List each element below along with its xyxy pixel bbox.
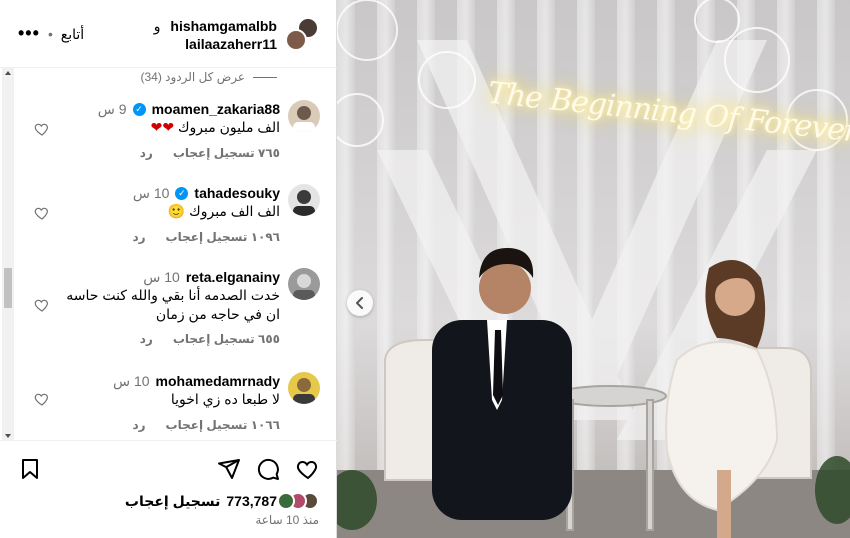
- comment-like-count[interactable]: ٦٥٥ تسجيل إعجاب: [173, 332, 280, 346]
- comment-username[interactable]: moamen_zakaria88: [152, 100, 280, 118]
- comment-actions: ٦٥٥ تسجيل إعجاب رد: [140, 332, 280, 346]
- comment-meta: reta.elganainy 10 س: [143, 268, 280, 286]
- share-icon[interactable]: [217, 457, 241, 481]
- commenter-avatar[interactable]: [288, 268, 320, 300]
- bookmark-icon[interactable]: [18, 457, 42, 481]
- scroll-up-arrow-icon[interactable]: [5, 71, 11, 75]
- comment-actions: ١٠٩٦ تسجيل إعجاب رد: [132, 230, 280, 244]
- post-time-ago[interactable]: منذ 10 ساعة: [255, 513, 319, 527]
- separator-dot: •: [48, 26, 53, 42]
- post-authors: و hishamgamalbb lailaazaherr11: [154, 17, 277, 53]
- follow-label: أتابع: [60, 26, 85, 42]
- heart-outline-icon[interactable]: [34, 121, 50, 137]
- comment-time[interactable]: 10 س: [143, 268, 180, 286]
- likers-avatars: [277, 492, 319, 510]
- comment-icon[interactable]: [256, 457, 280, 481]
- likes-summary[interactable]: 773,787 تسجيل إعجاب: [125, 492, 319, 510]
- carousel-prev-button[interactable]: [347, 290, 373, 316]
- author-2-link[interactable]: lailaazaherr11: [154, 35, 277, 53]
- commenter-avatar[interactable]: [288, 100, 320, 132]
- comment-actions: ١٠٦٦ تسجيل إعجاب رد: [132, 418, 280, 432]
- post-photo[interactable]: The Beginning Of Forever: [337, 0, 850, 538]
- reply-button[interactable]: رد: [140, 146, 153, 160]
- chevron-left-icon: [356, 297, 363, 309]
- comment-username[interactable]: reta.elganainy: [186, 268, 280, 286]
- comment-like-count[interactable]: ٧٦٥ تسجيل إعجاب: [173, 146, 280, 160]
- comment-meta: mohamedamrnady 10 س: [113, 372, 280, 390]
- replies-divider-line: [253, 76, 277, 78]
- view-all-replies-link[interactable]: عرض كل الردود (34): [140, 70, 277, 84]
- scrollbar-thumb[interactable]: [4, 268, 12, 308]
- commenter-avatar[interactable]: [288, 372, 320, 404]
- reply-button[interactable]: رد: [140, 332, 153, 346]
- scroll-down-arrow-icon[interactable]: [5, 434, 11, 438]
- comment-time[interactable]: 10 س: [133, 184, 170, 202]
- post-action-bar: 773,787 تسجيل إعجاب منذ 10 ساعة: [0, 441, 337, 538]
- heart-outline-icon[interactable]: [34, 297, 50, 313]
- comment-meta: moamen_zakaria88 ✓ 9 س: [98, 100, 280, 118]
- follow-button[interactable]: أتابع •: [48, 26, 84, 43]
- likes-count: 773,787: [226, 493, 277, 509]
- comments-list[interactable]: عرض كل الردود (34) moamen_zakaria88 ✓ 9 …: [0, 68, 337, 441]
- comment-time[interactable]: 9 س: [98, 100, 127, 118]
- comment-text: خدت الصدمه أنا بقي والله كنت حاسه ان في …: [66, 287, 280, 322]
- heart-outline-icon[interactable]: [34, 391, 50, 407]
- comments-scrollbar[interactable]: [2, 68, 14, 440]
- view-replies-label: عرض كل الردود (34): [140, 70, 245, 84]
- comment-like-count[interactable]: ١٠٩٦ تسجيل إعجاب: [166, 230, 280, 244]
- reply-button[interactable]: رد: [132, 418, 145, 432]
- comment-username[interactable]: tahadesouky: [194, 184, 280, 202]
- engagement-photo: [337, 0, 850, 538]
- and-word: و: [153, 18, 161, 34]
- comment-text: الف الف مبروك 🙂: [167, 203, 280, 219]
- heart-icon[interactable]: [296, 457, 320, 481]
- heart-outline-icon[interactable]: [34, 205, 50, 221]
- more-options-icon[interactable]: •••: [18, 24, 40, 42]
- verified-badge-icon: ✓: [175, 186, 189, 200]
- verified-badge-icon: ✓: [132, 102, 146, 116]
- comment-meta: tahadesouky ✓ 10 س: [133, 184, 280, 202]
- author-1-link[interactable]: hishamgamalbb: [170, 18, 277, 34]
- comment-text: الف مليون مبروك ❤❤: [150, 119, 280, 135]
- likes-label: تسجيل إعجاب: [124, 492, 221, 509]
- comment-time[interactable]: 10 س: [113, 372, 150, 390]
- comment-like-count[interactable]: ١٠٦٦ تسجيل إعجاب: [166, 418, 280, 432]
- post-header: ••• أتابع • و hishamgamalbb lailaazaherr…: [0, 0, 337, 68]
- reply-button[interactable]: رد: [132, 230, 145, 244]
- author-avatars[interactable]: [285, 17, 319, 51]
- commenter-avatar[interactable]: [288, 184, 320, 216]
- post-side-panel: ••• أتابع • و hishamgamalbb lailaazaherr…: [0, 0, 337, 538]
- avatar: [277, 492, 295, 510]
- comment-text: لا طبعا ده زي اخويا: [170, 391, 280, 407]
- avatar: [285, 29, 307, 51]
- comment-actions: ٧٦٥ تسجيل إعجاب رد: [140, 146, 280, 160]
- comment-username[interactable]: mohamedamrnady: [156, 372, 280, 390]
